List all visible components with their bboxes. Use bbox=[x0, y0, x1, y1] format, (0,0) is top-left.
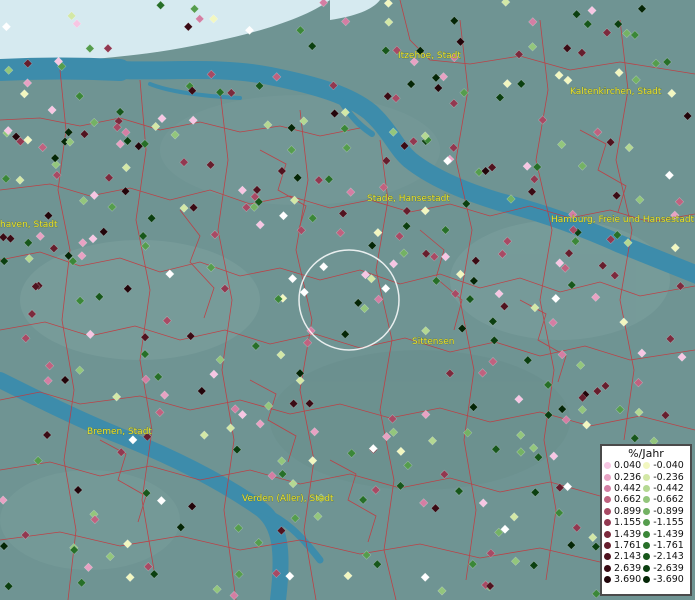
legend-item: 2.639 bbox=[604, 563, 641, 574]
legend-value: -1.439 bbox=[653, 528, 684, 540]
legend-value: -0.236 bbox=[653, 471, 684, 483]
legend-value: -3.690 bbox=[653, 574, 684, 586]
legend-item: -2.639 bbox=[643, 563, 684, 574]
legend-item: -0.040 bbox=[643, 460, 684, 471]
city-label-sittensen: Sittensen bbox=[412, 337, 454, 347]
legend-swatch-icon bbox=[643, 484, 651, 492]
legend-swatch-icon bbox=[643, 530, 651, 538]
legend-positive-column: 0.040 0.236 0.442 0.662 0.899 1.155 1.439 1.761… bbox=[604, 460, 641, 585]
legend-swatch-icon bbox=[643, 553, 651, 561]
legend-swatch-icon bbox=[604, 507, 611, 515]
legend-value: 0.442 bbox=[614, 482, 642, 494]
legend-value: -0.662 bbox=[653, 494, 684, 506]
city-label-kaltenkirchen: Kaltenkirchen, Stadt bbox=[570, 87, 662, 97]
legend-value: 2.639 bbox=[614, 562, 642, 574]
legend-value: -0.442 bbox=[653, 482, 684, 494]
legend-swatch-icon bbox=[604, 462, 611, 470]
legend-value: 3.690 bbox=[614, 574, 642, 586]
city-label-stade: Stade, Hansestadt bbox=[367, 194, 450, 204]
legend-swatch-icon bbox=[604, 530, 611, 538]
city-label-bremen: Bremen, Stadt bbox=[87, 427, 152, 437]
legend-swatch-icon bbox=[604, 553, 611, 561]
legend-value: 1.155 bbox=[614, 517, 642, 529]
legend-swatch-icon bbox=[604, 519, 611, 527]
legend-item: 0.899 bbox=[604, 506, 641, 517]
legend-value: -0.899 bbox=[653, 505, 684, 517]
legend-value: -1.761 bbox=[653, 539, 684, 551]
legend-item: 0.662 bbox=[604, 494, 641, 505]
legend-item: -0.236 bbox=[643, 471, 684, 483]
legend-swatch-icon bbox=[643, 462, 651, 470]
legend-swatch-icon bbox=[604, 496, 611, 504]
legend-value: 1.439 bbox=[614, 528, 642, 540]
legend-swatch-icon bbox=[604, 473, 611, 481]
legend-item: 0.040 bbox=[604, 460, 641, 471]
city-label-bremerhaven: haven, Stadt bbox=[0, 220, 58, 230]
legend-swatch-icon bbox=[643, 507, 651, 515]
legend-swatch-icon bbox=[604, 564, 611, 572]
legend-title: %/Jahr bbox=[628, 447, 664, 460]
legend-item: -1.155 bbox=[643, 517, 684, 528]
legend-item: -1.439 bbox=[643, 528, 684, 540]
legend-item: 2.143 bbox=[604, 551, 641, 562]
legend-item: 1.155 bbox=[604, 517, 641, 528]
legend-swatch-icon bbox=[604, 484, 611, 492]
legend-value: -0.040 bbox=[653, 460, 684, 472]
legend-item: 0.442 bbox=[604, 483, 641, 494]
city-label-verden: Verden (Aller), Stadt bbox=[242, 494, 334, 504]
legend-value: 0.236 bbox=[614, 471, 642, 483]
legend-item: 1.439 bbox=[604, 528, 642, 540]
legend-value: 2.143 bbox=[614, 551, 642, 563]
legend-negative-column: -0.040 -0.236 -0.442 -0.662 -0.899 -1.155 -1.4… bbox=[643, 460, 684, 585]
city-label-hamburg: Hamburg, Freie und Hansestadt bbox=[551, 215, 695, 225]
legend-swatch-icon bbox=[643, 496, 651, 504]
legend-item: -0.442 bbox=[643, 483, 684, 494]
legend-swatch-icon bbox=[643, 564, 651, 572]
legend-item: 0.236 bbox=[604, 471, 642, 483]
legend-swatch-icon bbox=[643, 519, 651, 527]
legend-swatch-icon bbox=[643, 576, 651, 584]
map-canvas[interactable]: Itzehoe, Stadt Kaltenkirchen, Stadt Stad… bbox=[0, 0, 695, 600]
legend-value: -1.155 bbox=[653, 517, 684, 529]
legend-item: 3.690 bbox=[604, 574, 641, 585]
legend-value: 0.662 bbox=[614, 494, 642, 506]
legend-swatch-icon bbox=[643, 473, 651, 481]
legend-value: 0.040 bbox=[614, 460, 642, 472]
legend-item: -2.143 bbox=[643, 551, 684, 562]
legend-item: 1.761 bbox=[604, 540, 641, 551]
city-label-itzehoe: Itzehoe, Stadt bbox=[398, 51, 461, 61]
map-legend: %/Jahr 0.040 0.236 0.442 0.662 0.899 1.155 1.4… bbox=[600, 444, 692, 596]
legend-swatch-icon bbox=[604, 541, 611, 549]
legend-item: -3.690 bbox=[643, 574, 684, 585]
legend-value: 1.761 bbox=[614, 539, 642, 551]
legend-item: -0.662 bbox=[643, 494, 684, 505]
legend-value: -2.143 bbox=[653, 551, 684, 563]
legend-swatch-icon bbox=[604, 576, 611, 584]
legend-value: -2.639 bbox=[653, 562, 684, 574]
legend-value: 0.899 bbox=[614, 505, 642, 517]
legend-item: -1.761 bbox=[643, 540, 684, 551]
legend-rows: 0.040 0.236 0.442 0.662 0.899 1.155 1.439 1.761… bbox=[602, 460, 690, 585]
legend-swatch-icon bbox=[643, 541, 651, 549]
legend-item: -0.899 bbox=[643, 506, 684, 517]
